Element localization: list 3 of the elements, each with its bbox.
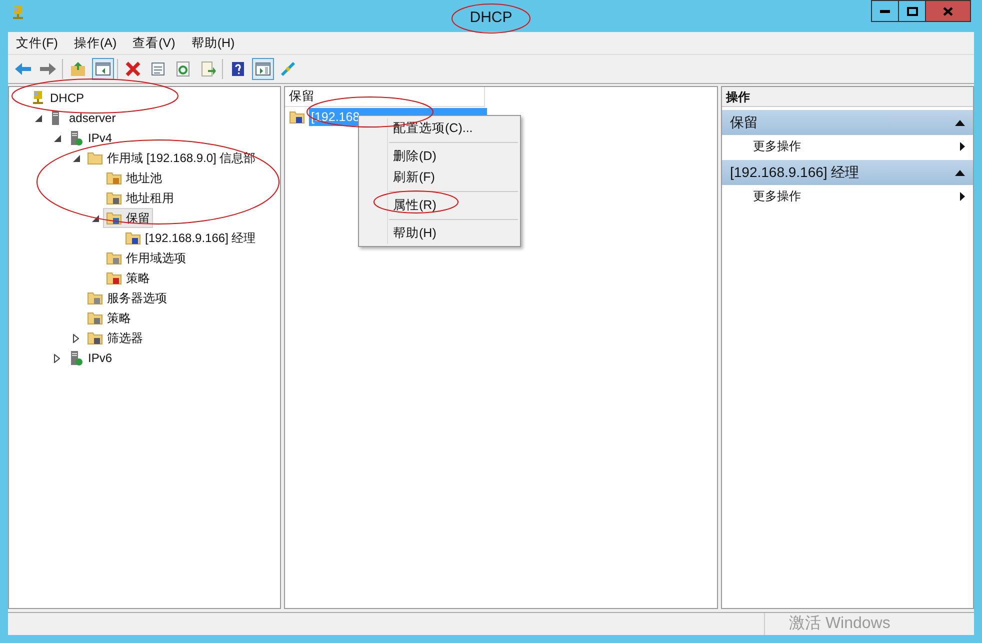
status-text: 激活 Windows <box>788 614 890 634</box>
actions-header: 操作 <box>722 87 973 107</box>
window-title: DHCP <box>470 8 512 28</box>
